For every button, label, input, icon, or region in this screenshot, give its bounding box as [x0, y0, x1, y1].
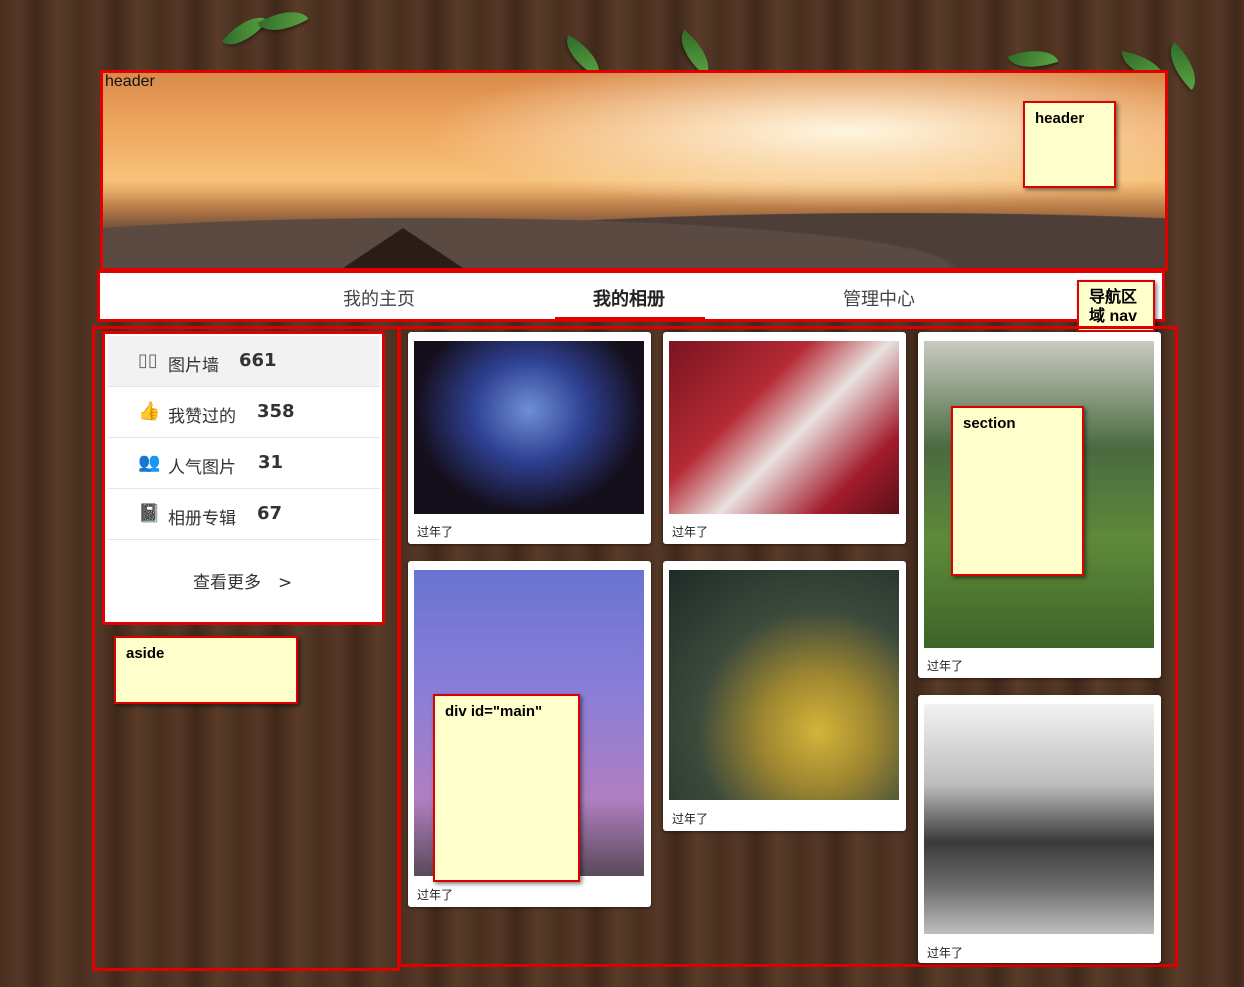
photo-new-year-banner [669, 341, 899, 514]
photo-caption: 过年了 [417, 525, 454, 539]
aside-item-photo-wall[interactable]: ▯▯ 图片墙 661 [108, 336, 380, 387]
header-corner-label: header [105, 73, 155, 90]
photo-country-road [924, 704, 1154, 934]
aside-item-label: 我赞过的 [168, 407, 236, 427]
photo-card[interactable]: 过年了 [408, 332, 651, 544]
photo-caption: 过年了 [672, 525, 709, 539]
aside-item-count: 358 [257, 401, 295, 422]
nav-item-album[interactable]: 我的相册 [593, 285, 665, 311]
aside-item-count: 31 [258, 452, 284, 473]
photo-card[interactable]: 过年了 [663, 561, 906, 831]
photo-autumn-leaves [669, 570, 899, 800]
aside-note: aside [114, 636, 298, 704]
aside-item-label: 图片墙 [168, 356, 219, 376]
users-icon: 👥 [138, 452, 161, 473]
section-note: section [951, 406, 1084, 576]
header-banner: header [100, 70, 1168, 271]
banner-hills [103, 198, 1165, 268]
aside-panel: ▯▯ 图片墙 661 👍 我赞过的 358 👥 人气图片 31 📓 相册专辑 6… [102, 331, 385, 625]
nav-item-admin[interactable]: 管理中心 [843, 285, 915, 311]
nav-item-home[interactable]: 我的主页 [343, 285, 415, 311]
aside-item-popular[interactable]: 👥 人气图片 31 [108, 438, 380, 489]
aside-item-albums[interactable]: 📓 相册专辑 67 [108, 489, 380, 540]
photo-card[interactable]: 过年了 [663, 332, 906, 544]
leaf-decoration [221, 6, 269, 56]
aside-item-count: 661 [239, 350, 277, 371]
view-more-link[interactable]: 查看更多 > [193, 568, 292, 593]
photo-card[interactable]: 过年了 [918, 695, 1161, 963]
banner-roof [343, 228, 463, 268]
photo-stage [414, 341, 644, 514]
main-nav: 我的主页 我的相册 管理中心 [97, 270, 1165, 322]
aside-item-count: 67 [257, 503, 283, 524]
main-note: div id="main" [433, 694, 580, 882]
aside-item-label: 人气图片 [168, 458, 236, 478]
thumbs-up-icon: 👍 [138, 401, 161, 422]
aside-item-label: 相册专辑 [168, 509, 236, 529]
photo-caption: 过年了 [927, 946, 964, 960]
album-icon: 📓 [138, 503, 161, 524]
nav-note: 导航区域 nav [1077, 280, 1155, 332]
header-note: header [1023, 101, 1116, 188]
leaf-decoration [257, 0, 309, 43]
photo-caption: 过年了 [927, 659, 964, 673]
nav-active-indicator [555, 317, 705, 321]
grid-icon: ▯▯ [138, 350, 158, 371]
photo-caption: 过年了 [417, 888, 454, 902]
photo-caption: 过年了 [672, 812, 709, 826]
aside-item-liked[interactable]: 👍 我赞过的 358 [108, 387, 380, 438]
